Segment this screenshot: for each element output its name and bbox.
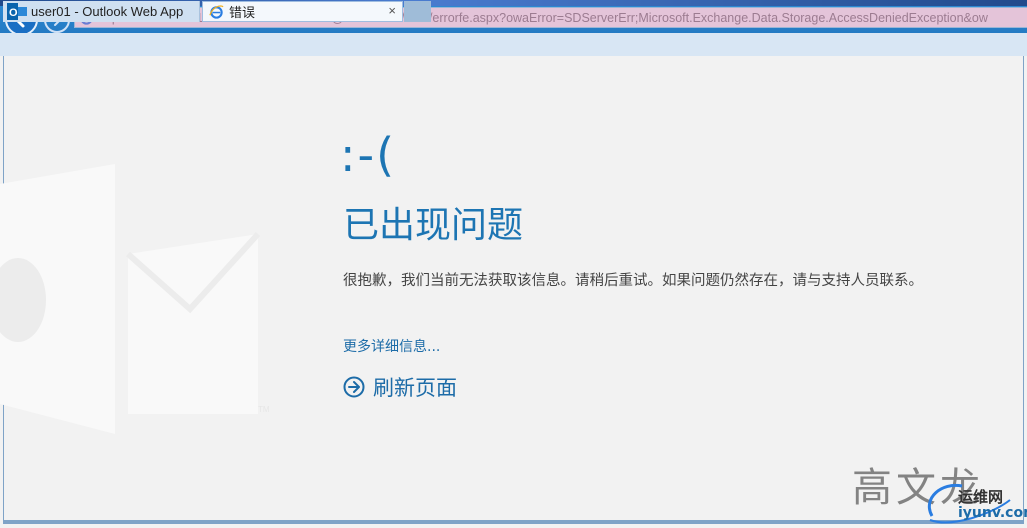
window-border — [4, 520, 1023, 524]
tab-label: user01 - Outlook Web App — [31, 4, 184, 19]
circle-arrow-right-icon — [343, 376, 365, 398]
error-message: 很抱歉，我们当前无法获取该信息。请稍后重试。如果问题仍然存在，请与支持人员联系。 — [343, 273, 923, 289]
svg-text:O: O — [9, 7, 18, 19]
outlook-icon: O — [7, 3, 27, 20]
ie-icon — [209, 5, 224, 19]
sad-emoticon: :-( — [340, 128, 397, 182]
site-domain: iyunv.com — [958, 505, 1027, 521]
tab-strip — [0, 33, 1027, 56]
site-name: 运维网 — [958, 488, 1004, 506]
tab-error[interactable]: 错误 × — [202, 1, 403, 22]
more-details-link[interactable]: 更多详细信息... — [343, 336, 440, 356]
refresh-label: 刷新页面 — [373, 376, 457, 400]
svg-text:TM: TM — [258, 405, 270, 414]
tab-outlook-web-app[interactable]: O user01 - Outlook Web App — [3, 1, 200, 22]
error-heading: 已出现问题 — [343, 205, 524, 246]
new-tab-button[interactable] — [404, 1, 431, 22]
close-tab-icon[interactable]: × — [388, 3, 396, 18]
refresh-page-link[interactable]: 刷新页面 — [343, 372, 457, 402]
tab-label: 错误 — [229, 5, 256, 20]
outlook-logo-watermark: TM — [0, 164, 270, 434]
